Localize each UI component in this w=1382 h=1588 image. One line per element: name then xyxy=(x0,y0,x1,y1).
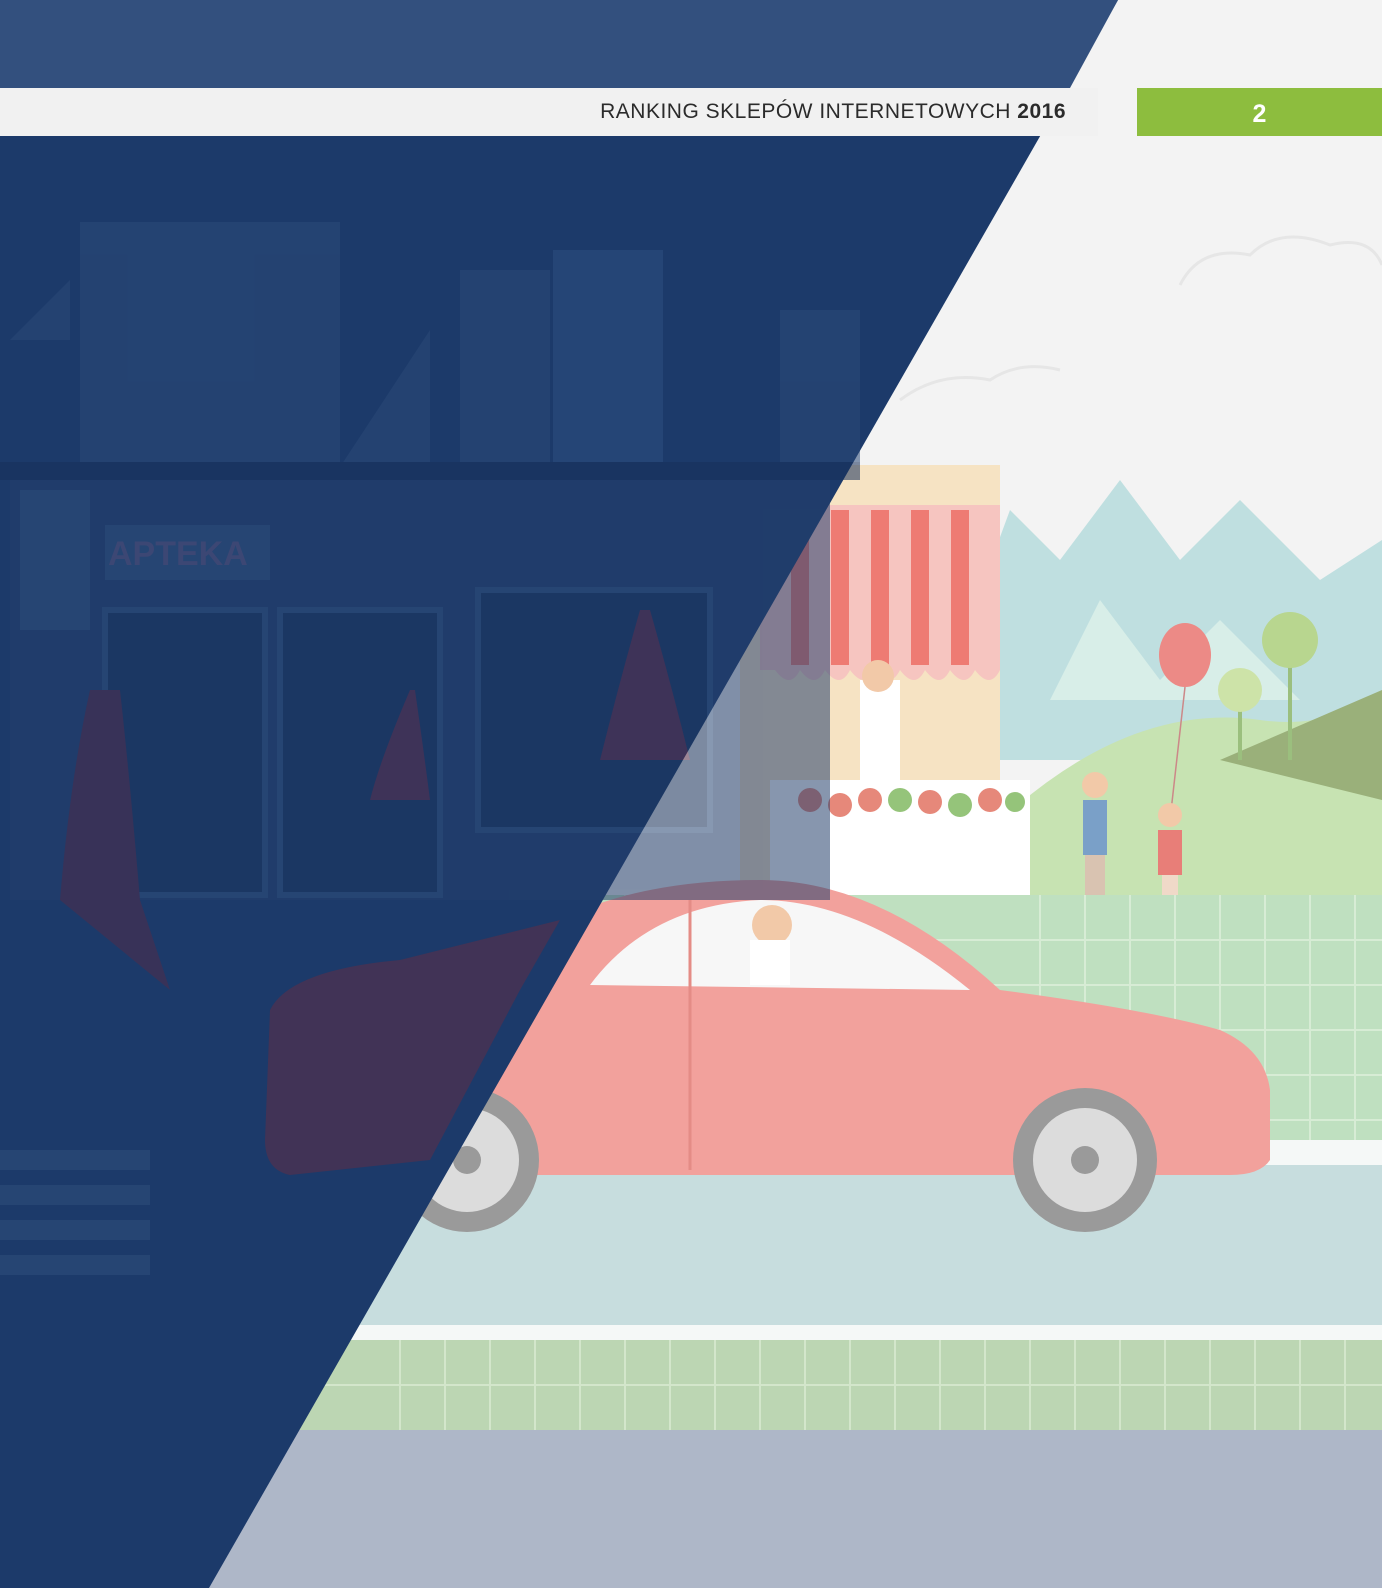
page-number-box: 2 xyxy=(1137,88,1382,136)
header-title: RANKING SKLEPÓW INTERNETOWYCH 2016 xyxy=(600,88,1066,136)
cover-page: APTEKA RANKING SKLEPÓW INTERNETOWYCH 201… xyxy=(0,0,1382,1588)
header-title-main: RANKING SKLEPÓW INTERNETOWYCH xyxy=(600,100,1011,123)
car-wheel-front xyxy=(1013,1088,1157,1232)
shop-sign-apteka: APTEKA xyxy=(108,535,248,573)
cover-illustration: APTEKA xyxy=(0,0,1382,1588)
header-title-year: 2016 xyxy=(1017,100,1066,123)
page-number: 2 xyxy=(1252,100,1267,128)
